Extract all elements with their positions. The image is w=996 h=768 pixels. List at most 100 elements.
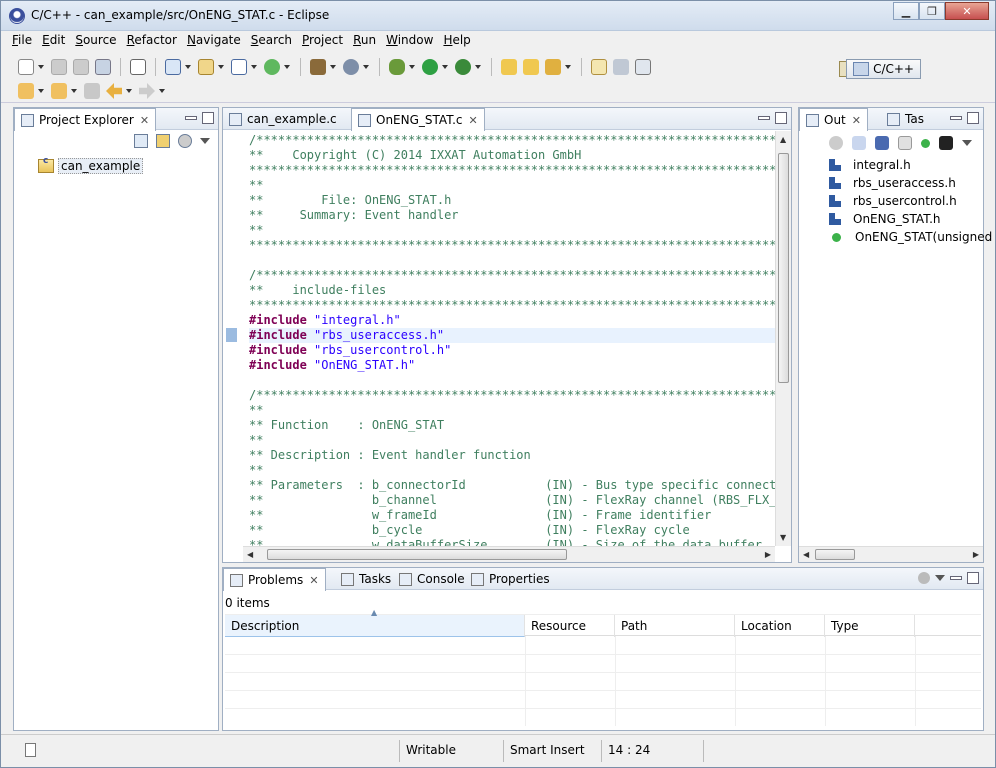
chevron-down-icon[interactable] [159, 89, 165, 93]
horizontal-scroll-thumb[interactable] [267, 549, 567, 560]
build-hammer-icon[interactable] [310, 59, 326, 75]
menu-search[interactable]: Search [246, 31, 297, 51]
outline-scroll-thumb[interactable] [815, 549, 855, 560]
code-line[interactable]: #include "OnENG_STAT.h" [249, 358, 775, 373]
tab-project-explorer[interactable]: Project Explorer ✕ [14, 108, 157, 131]
chevron-down-icon[interactable] [409, 65, 415, 69]
tab-properties[interactable]: Properties [465, 568, 556, 590]
tab-can-example-c[interactable]: can_example.c [223, 108, 343, 130]
problems-table[interactable]: Description Resource Path Location Type … [225, 608, 981, 726]
code-line[interactable]: ** [249, 223, 775, 238]
chevron-down-icon[interactable] [71, 89, 77, 93]
code-line[interactable]: ** Parameters : b_connectorId (IN) - Bus… [249, 478, 775, 493]
new-c-project-icon[interactable] [165, 59, 181, 75]
collapse-all-icon[interactable] [134, 134, 148, 148]
menu-navigate[interactable]: Navigate [182, 31, 246, 51]
view-menu-icon[interactable] [935, 575, 945, 581]
next-annotation-icon[interactable] [18, 83, 34, 99]
debug-bug-icon[interactable] [389, 59, 405, 75]
code-line[interactable]: ** [249, 403, 775, 418]
code-line[interactable]: ** [249, 178, 775, 193]
maximize-view-icon[interactable] [967, 112, 979, 124]
code-line[interactable]: /***************************************… [249, 268, 775, 283]
search-flashlight-icon[interactable] [545, 59, 561, 75]
code-line[interactable]: ** b_cycle (IN) - FlexRay cycle [249, 523, 775, 538]
back-arrow-icon[interactable] [106, 83, 122, 99]
group-includes-icon[interactable] [939, 136, 953, 150]
code-line[interactable]: #include "integral.h" [249, 313, 775, 328]
chevron-down-icon[interactable] [38, 65, 44, 69]
vertical-scroll-thumb[interactable] [778, 153, 789, 383]
maximize-view-icon[interactable] [775, 112, 787, 124]
outline-horizontal-scrollbar[interactable]: ◀ ▶ [799, 546, 983, 562]
hide-fields-icon[interactable] [875, 136, 889, 150]
open-element-icon[interactable] [523, 59, 539, 75]
hide-static-icon[interactable] [898, 136, 912, 150]
code-line[interactable]: ** [249, 463, 775, 478]
filters-icon[interactable] [829, 136, 843, 150]
tab-tasks[interactable]: Tasks [335, 568, 397, 590]
minimize-view-icon[interactable] [758, 116, 770, 120]
build-target-icon[interactable] [343, 59, 359, 75]
code-line[interactable]: ** b_channel (IN) - FlexRay channel (RBS… [249, 493, 775, 508]
scroll-left-icon[interactable]: ◀ [803, 550, 809, 559]
chevron-down-icon[interactable] [251, 65, 257, 69]
new-icon[interactable] [18, 59, 34, 75]
code-line[interactable]: ** Summary: Event handler [249, 208, 775, 223]
previous-annotation-icon[interactable] [51, 83, 67, 99]
chevron-down-icon[interactable] [284, 65, 290, 69]
column-type[interactable]: Type [825, 615, 915, 637]
binary-icon[interactable] [130, 59, 146, 75]
scroll-right-icon[interactable]: ▶ [973, 550, 979, 559]
close-icon[interactable]: ✕ [469, 114, 478, 127]
menu-edit[interactable]: Edit [37, 31, 70, 51]
run-icon[interactable] [422, 59, 438, 75]
menu-help[interactable]: Help [438, 31, 475, 51]
code-line[interactable]: /***************************************… [249, 388, 775, 403]
tab-oneng-stat-c[interactable]: OnENG_STAT.c ✕ [351, 108, 485, 131]
last-edit-location-icon[interactable] [84, 83, 100, 99]
maximize-view-icon[interactable] [967, 572, 979, 584]
source-code[interactable]: /***************************************… [249, 133, 775, 546]
show-whitespace-icon[interactable] [635, 59, 651, 75]
chevron-down-icon[interactable] [38, 89, 44, 93]
chevron-down-icon[interactable] [330, 65, 336, 69]
close-icon[interactable]: ✕ [852, 114, 861, 127]
menu-window[interactable]: Window [381, 31, 438, 51]
outline-item-include[interactable]: rbs_useraccess.h [829, 176, 956, 190]
tab-problems[interactable]: Problems ✕ [223, 568, 326, 591]
outline-item-include[interactable]: integral.h [829, 158, 911, 172]
perspective-cpp-button[interactable]: C/C++ [846, 59, 921, 79]
chevron-down-icon[interactable] [126, 89, 132, 93]
column-description[interactable]: Description [225, 615, 525, 637]
scroll-left-icon[interactable]: ◀ [247, 550, 253, 559]
code-line[interactable] [249, 373, 775, 388]
tree-item-project[interactable]: can_example [38, 156, 144, 174]
column-location[interactable]: Location [735, 615, 825, 637]
minimize-button[interactable]: ▁ [893, 2, 919, 20]
code-line[interactable]: #include "rbs_useraccess.h" [249, 328, 775, 343]
chevron-down-icon[interactable] [565, 65, 571, 69]
minimize-view-icon[interactable] [950, 116, 962, 120]
menu-source[interactable]: Source [70, 31, 121, 51]
tab-console[interactable]: Console [393, 568, 471, 590]
code-line[interactable] [249, 253, 775, 268]
print-icon[interactable] [95, 59, 111, 75]
chevron-down-icon[interactable] [185, 65, 191, 69]
scroll-down-icon[interactable]: ▼ [780, 533, 786, 542]
forward-arrow-icon[interactable] [139, 83, 155, 99]
minimize-view-icon[interactable] [950, 576, 962, 580]
outline-item-include[interactable]: rbs_usercontrol.h [829, 194, 957, 208]
block-selection-icon[interactable] [613, 59, 629, 75]
chevron-down-icon[interactable] [363, 65, 369, 69]
view-menu-icon[interactable] [200, 138, 210, 144]
code-line[interactable]: ****************************************… [249, 298, 775, 313]
link-with-editor-icon[interactable] [156, 134, 170, 148]
menu-file[interactable]: File [7, 31, 37, 51]
tab-tasks[interactable]: Tas [881, 108, 930, 130]
outline-item-include[interactable]: OnENG_STAT.h [829, 212, 941, 226]
scroll-right-icon[interactable]: ▶ [765, 550, 771, 559]
menu-run[interactable]: Run [348, 31, 381, 51]
save-icon[interactable] [51, 59, 67, 75]
close-icon[interactable]: ✕ [140, 114, 149, 127]
